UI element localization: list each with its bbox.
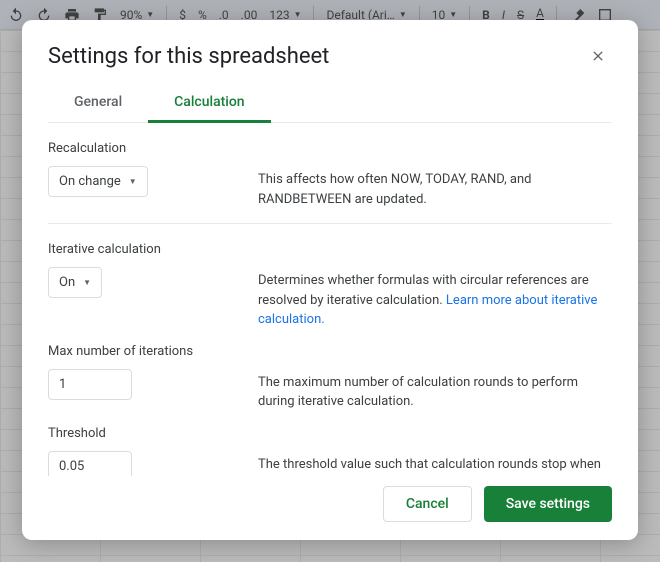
close-button[interactable] [584,42,612,70]
chevron-down-icon: ▼ [129,177,137,186]
recalculation-select[interactable]: On change ▼ [48,166,148,197]
threshold-row: The threshold value such that calculatio… [48,451,612,477]
iterative-row: On ▼ Determines whether formulas with ci… [48,267,612,330]
iterative-value: On [59,275,75,290]
iterative-label: Iterative calculation [48,242,612,257]
threshold-input[interactable] [48,451,132,477]
cancel-button[interactable]: Cancel [383,486,472,522]
dialog-footer: Cancel Save settings [48,476,612,522]
save-settings-button[interactable]: Save settings [484,486,612,522]
max-iterations-description: The maximum number of calculation rounds… [258,369,612,412]
max-iterations-row: The maximum number of calculation rounds… [48,369,612,412]
recalculation-value: On change [59,174,121,189]
threshold-description: The threshold value such that calculatio… [258,451,612,477]
dialog-header: Settings for this spreadsheet [48,42,612,70]
chevron-down-icon: ▼ [83,278,91,287]
divider [48,223,612,224]
tabs: General Calculation [48,84,612,123]
recalculation-label: Recalculation [48,141,612,156]
tab-calculation[interactable]: Calculation [148,84,270,123]
iterative-description: Determines whether formulas with circula… [258,267,612,330]
tab-general[interactable]: General [48,84,148,123]
iterative-select[interactable]: On ▼ [48,267,102,298]
settings-dialog: Settings for this spreadsheet General Ca… [22,20,638,540]
dialog-content: Recalculation On change ▼ This affects h… [48,123,612,476]
recalculation-description: This affects how often NOW, TODAY, RAND,… [258,166,612,209]
close-icon [590,48,606,64]
recalculation-row: On change ▼ This affects how often NOW, … [48,166,612,209]
threshold-label: Threshold [48,426,612,441]
max-iterations-input[interactable] [48,369,132,400]
max-iterations-label: Max number of iterations [48,344,612,359]
dialog-title: Settings for this spreadsheet [48,44,329,69]
